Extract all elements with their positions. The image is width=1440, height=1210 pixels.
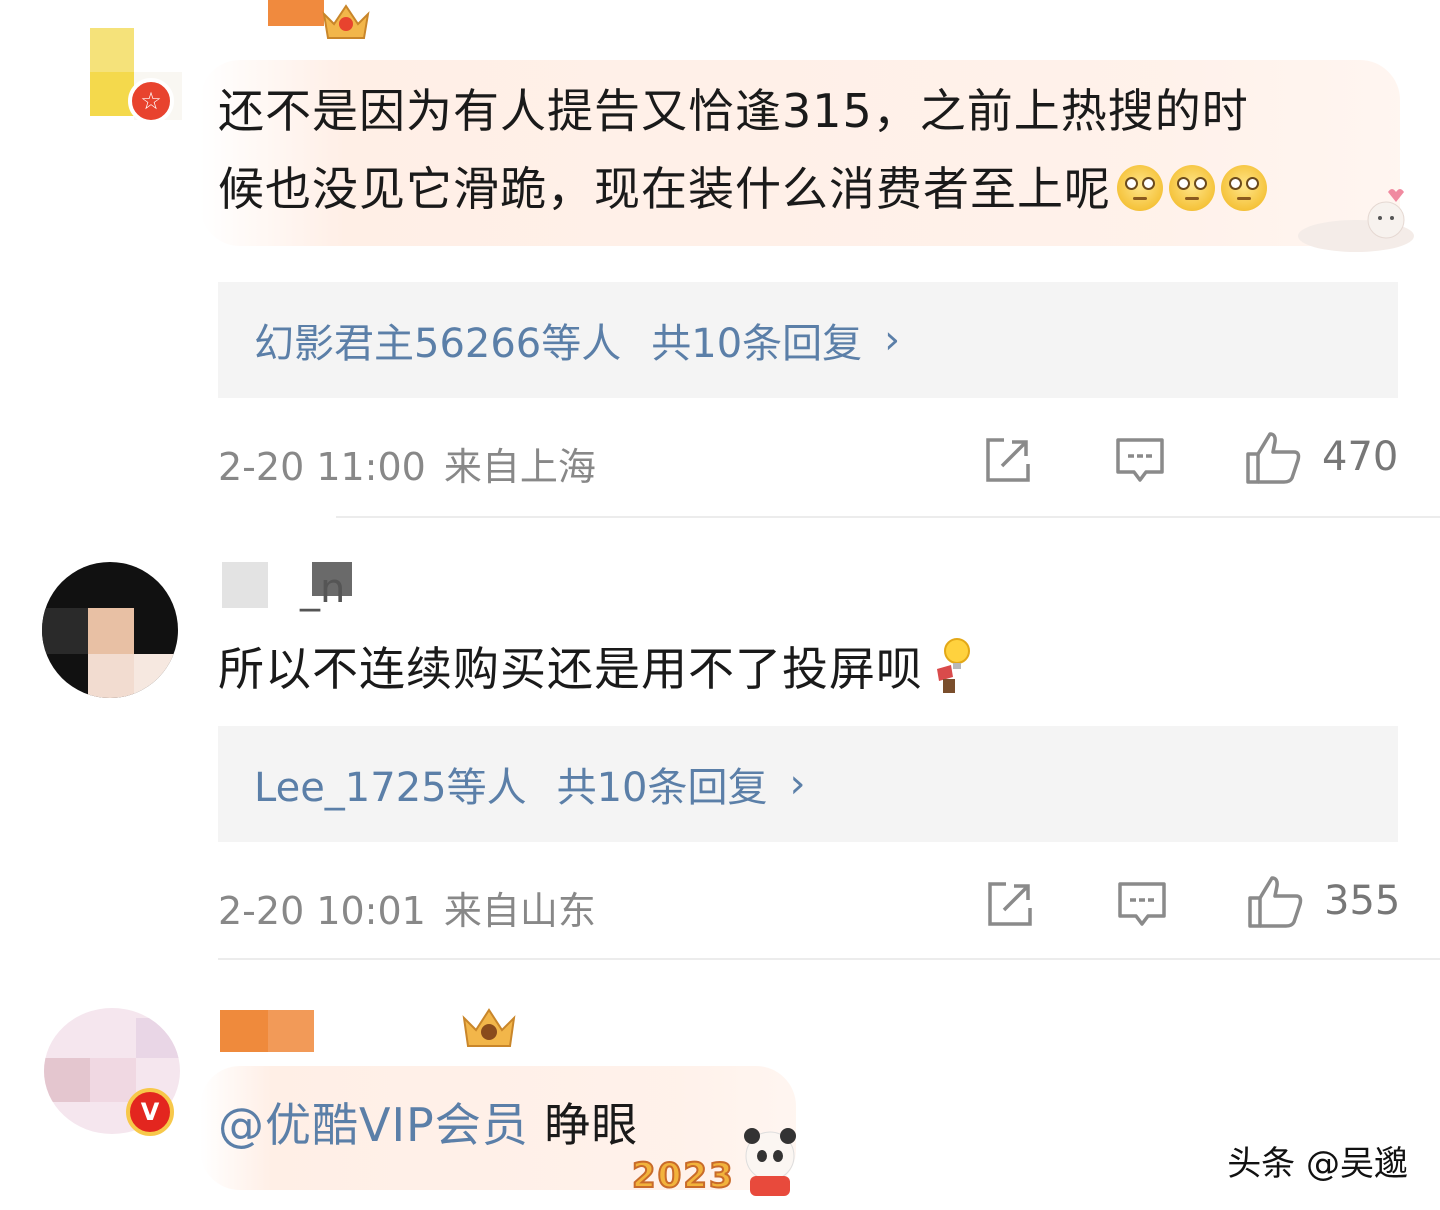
- comment-meta: 2-20 10:01 来自山东: [218, 880, 596, 935]
- username-redacted: [268, 1010, 314, 1052]
- crown-badge-icon: [462, 1008, 516, 1047]
- comment-text-line2: 候也没见它滑跪，现在装什么消费者至上呢: [218, 150, 1267, 228]
- comment-icon[interactable]: [1116, 878, 1168, 930]
- reply-summary[interactable]: Lee_1725等人 共10条回复 ›: [218, 726, 1398, 842]
- like-count: 470: [1322, 434, 1399, 480]
- chevron-right-icon: ›: [884, 317, 901, 363]
- eye-roll-emoji-icon: [1169, 165, 1215, 211]
- reply-count[interactable]: 共10条回复: [651, 311, 862, 369]
- username-redacted[interactable]: [268, 0, 324, 26]
- share-icon[interactable]: [984, 878, 1036, 930]
- comment-meta: 2-20 11:00 来自上海: [218, 436, 596, 491]
- comment-text: 还不是因为有人提告又恰逢315，之前上热搜的时: [218, 84, 1249, 138]
- reply-users[interactable]: Lee_1725等人: [254, 755, 527, 813]
- username[interactable]: _n: [300, 566, 345, 612]
- reply-summary[interactable]: 幻影君主56266等人 共10条回复 ›: [218, 282, 1398, 398]
- lightbulb-person-emoji-icon: [937, 638, 970, 693]
- timestamp: 2-20 10:01: [218, 889, 426, 933]
- mention-link[interactable]: @优酷VIP会员: [218, 1098, 529, 1152]
- panda-new-year-sticker: 2023: [631, 1120, 812, 1200]
- reply-count[interactable]: 共10条回复: [557, 755, 768, 813]
- divider: [336, 516, 1440, 518]
- watermark: 头条 @吴邈: [1227, 1144, 1408, 1184]
- avatar[interactable]: [42, 562, 178, 698]
- cat-sticker-icon: [1298, 189, 1414, 252]
- year-sticker-text: 2023: [631, 1155, 735, 1197]
- verified-badge-icon: ☆: [128, 78, 174, 124]
- eye-roll-emoji-icon: [1117, 165, 1163, 211]
- chevron-right-icon: ›: [789, 761, 806, 807]
- location: 来自上海: [443, 445, 596, 489]
- like-icon[interactable]: [1246, 874, 1304, 930]
- comment-text: @优酷VIP会员 睁眼: [218, 1098, 639, 1152]
- like-count: 355: [1324, 878, 1401, 924]
- eye-roll-emoji-icon: [1221, 165, 1267, 211]
- comment-text: 所以不连续购买还是用不了投屏呗: [218, 630, 975, 708]
- like-icon[interactable]: [1244, 430, 1302, 486]
- location: 来自山东: [443, 889, 596, 933]
- divider: [218, 958, 1440, 960]
- crown-badge-icon: [322, 4, 370, 39]
- username-redacted: [222, 562, 268, 608]
- panda-icon: [744, 1128, 796, 1196]
- reply-users[interactable]: 幻影君主56266等人: [254, 311, 621, 369]
- verified-v-badge-icon: V: [126, 1088, 174, 1136]
- share-icon[interactable]: [982, 434, 1034, 486]
- comment-icon[interactable]: [1114, 434, 1166, 486]
- timestamp: 2-20 11:00: [218, 445, 426, 489]
